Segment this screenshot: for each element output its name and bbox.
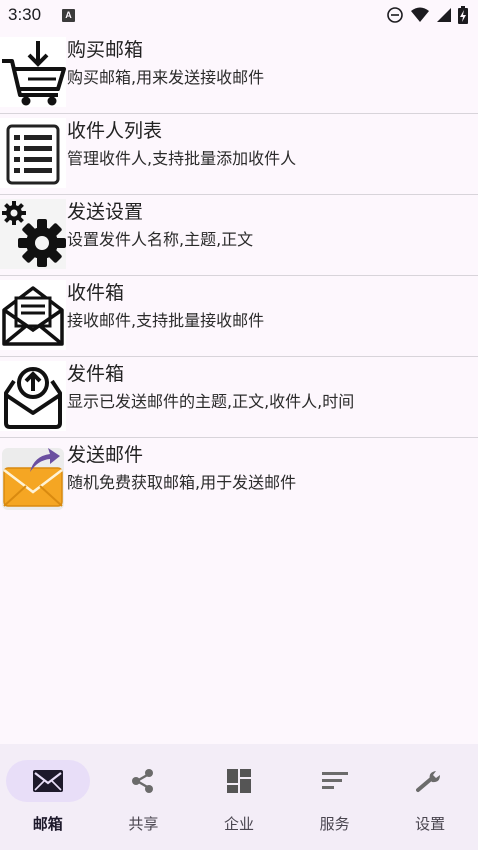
nav-tab-share[interactable]: 共享 <box>96 744 192 850</box>
list-item-send-settings[interactable]: 发送设置 设置发件人名称,主题,正文 <box>0 195 478 276</box>
nav-label: 共享 <box>128 815 159 833</box>
item-title: 收件人列表 <box>67 120 163 142</box>
item-title: 发送设置 <box>67 201 144 223</box>
item-title: 发件箱 <box>67 363 125 385</box>
list-item-recipients[interactable]: 收件人列表 管理收件人,支持批量添加收件人 <box>0 114 478 195</box>
item-desc: 设置发件人名称,主题,正文 <box>67 230 254 249</box>
nav-label: 服务 <box>319 815 350 833</box>
item-desc: 接收邮件,支持批量接收邮件 <box>67 311 265 330</box>
item-desc: 显示已发送邮件的主题,正文,收件人,时间 <box>67 392 355 411</box>
wifi-icon <box>411 7 429 22</box>
item-title: 发送邮件 <box>67 444 144 466</box>
nav-label: 企业 <box>223 815 254 833</box>
share-icon <box>132 769 154 793</box>
mail-icon <box>32 770 63 792</box>
list-item-buy-mailbox[interactable]: 购买邮箱 购买邮箱,用来发送接收邮件 <box>0 33 478 114</box>
status-icons <box>386 6 468 24</box>
list-item-outbox[interactable]: 发件箱 显示已发送邮件的主题,正文,收件人,时间 <box>0 357 478 438</box>
list-icon <box>0 118 66 188</box>
shopping-cart-icon <box>0 37 66 107</box>
gears-icon <box>0 199 66 269</box>
list-item-inbox[interactable]: 收件箱 接收邮件,支持批量接收邮件 <box>0 276 478 357</box>
signal-icon <box>437 8 451 22</box>
item-title: 收件箱 <box>67 282 125 304</box>
wrench-icon <box>416 771 441 792</box>
nav-active-indicator <box>5 760 90 802</box>
list-item-send-mail[interactable]: 发送邮件 随机免费获取邮箱,用于发送邮件 <box>0 438 478 519</box>
bottom-nav: 邮箱 共享 企业 服务 设置 <box>0 744 478 850</box>
item-desc: 管理收件人,支持批量添加收件人 <box>67 149 297 168</box>
status-time: 3:30 <box>8 5 42 24</box>
nav-tab-services[interactable]: 服务 <box>287 744 383 850</box>
feature-list: 购买邮箱 购买邮箱,用来发送接收邮件 收件人列表 管理收件人,支持批量添加收件人 <box>0 33 478 519</box>
do-not-disturb-icon <box>387 7 403 23</box>
nav-tab-mailbox[interactable]: 邮箱 <box>0 744 96 850</box>
nav-tab-settings[interactable]: 设置 <box>382 744 478 850</box>
sort-icon <box>321 772 348 789</box>
dashboard-icon <box>226 769 251 793</box>
open-envelope-icon <box>0 280 66 350</box>
item-desc: 随机免费获取邮箱,用于发送邮件 <box>67 473 297 492</box>
status-bar: 3:30 A <box>0 0 478 32</box>
send-mail-icon <box>0 442 66 512</box>
nav-label: 邮箱 <box>32 815 63 833</box>
item-title: 购买邮箱 <box>67 39 144 61</box>
notification-badge: A <box>62 9 75 22</box>
nav-label: 设置 <box>415 815 446 833</box>
item-desc: 购买邮箱,用来发送接收邮件 <box>67 68 265 87</box>
outbox-upload-icon <box>0 361 66 431</box>
battery-charging-icon <box>458 6 468 24</box>
nav-tab-enterprise[interactable]: 企业 <box>191 744 287 850</box>
